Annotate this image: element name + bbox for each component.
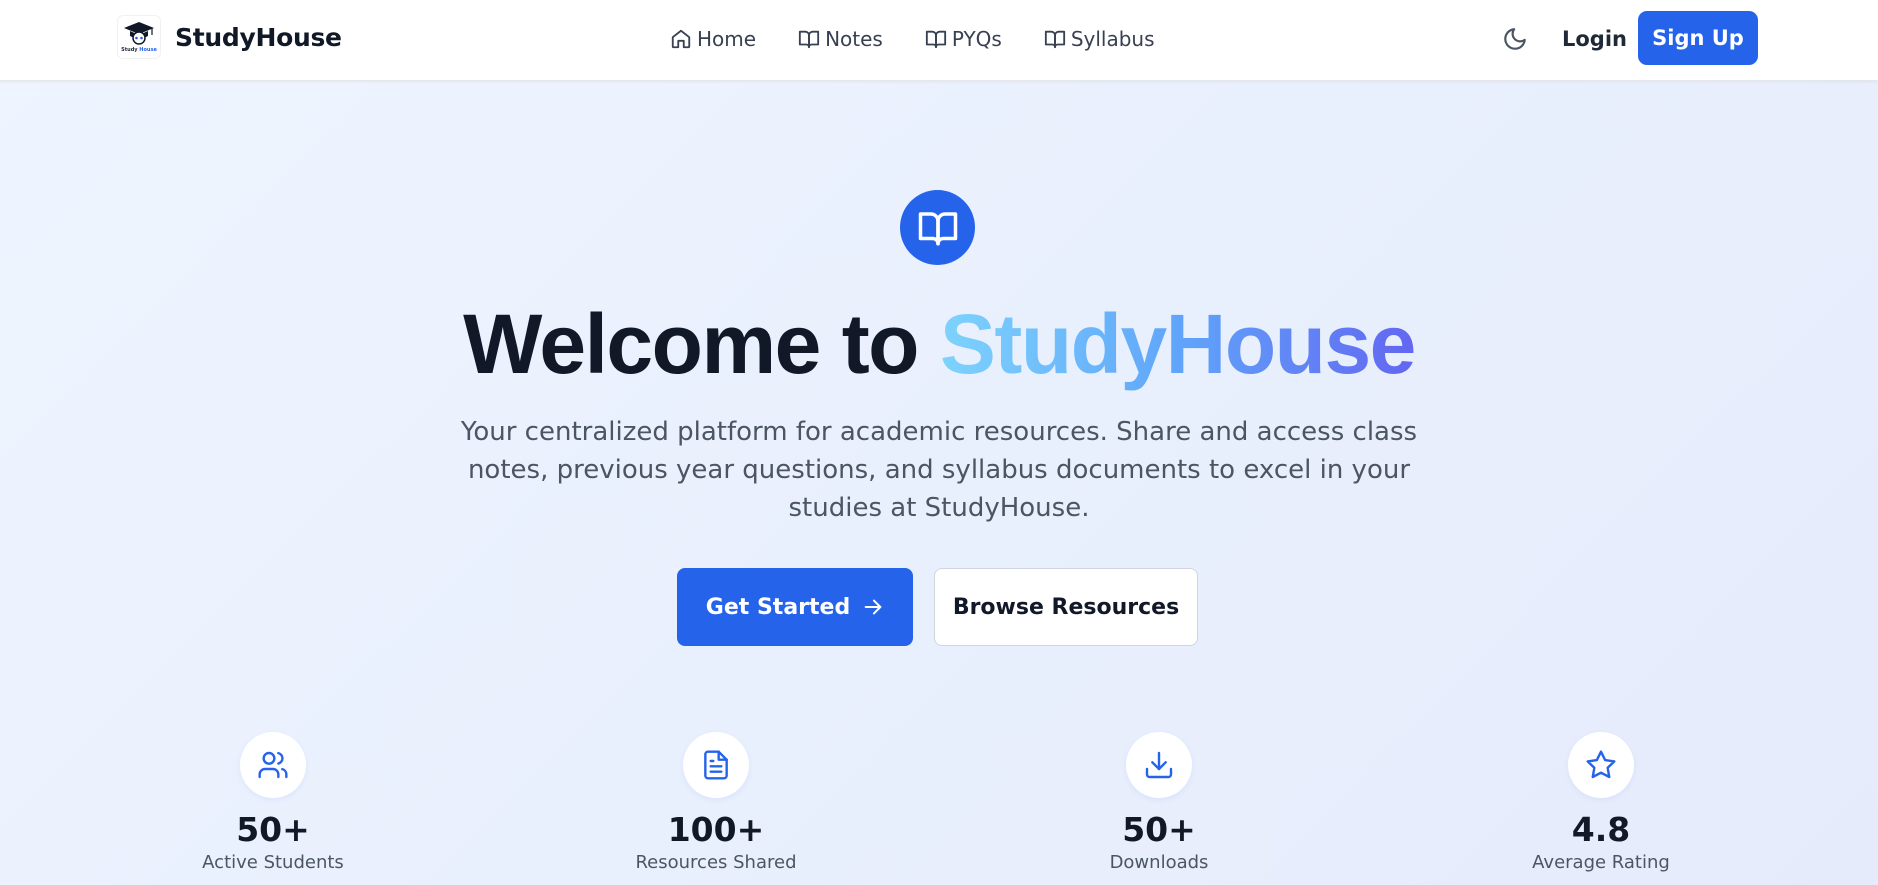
stat-label: Resources Shared xyxy=(635,852,797,873)
hero-book-badge xyxy=(900,190,975,265)
login-button[interactable]: Login xyxy=(1562,24,1627,54)
stat-icon-badge xyxy=(683,732,749,798)
star-icon xyxy=(1586,750,1616,779)
stat-label: Downloads xyxy=(1109,852,1209,873)
users-icon xyxy=(258,751,288,779)
nav-pyqs[interactable]: PYQs xyxy=(925,24,1002,54)
hero-title-highlight: StudyHouse xyxy=(939,297,1417,391)
main-nav: Home Notes PYQs Syllabus xyxy=(670,24,1197,54)
theme-toggle-button[interactable] xyxy=(1500,24,1530,54)
logo: Study House xyxy=(117,15,161,59)
home-icon xyxy=(671,29,691,49)
browse-resources-button[interactable]: Browse Resources xyxy=(934,568,1198,646)
stat-label: Average Rating xyxy=(1532,852,1670,873)
stat-value: 50+ xyxy=(1122,810,1196,849)
hero-title: Welcome to StudyHouse xyxy=(0,294,1878,394)
nav-pyqs-label: PYQs xyxy=(951,27,1002,51)
hero-subtitle: Your centralized platform for academic r… xyxy=(460,417,1418,523)
brand[interactable]: Study House StudyHouse xyxy=(117,15,342,59)
nav-home[interactable]: Home xyxy=(670,24,756,54)
graduation-cap-icon xyxy=(124,22,154,45)
hero-title-prefix: Welcome to xyxy=(463,297,940,391)
nav-notes-label: Notes xyxy=(825,27,883,51)
signup-button[interactable]: Sign Up xyxy=(1638,11,1758,65)
stat-value: 100+ xyxy=(667,810,765,849)
stat-value: 4.8 xyxy=(1571,810,1631,849)
download-icon xyxy=(1145,751,1173,779)
arrow-right-icon xyxy=(864,599,882,615)
book-icon xyxy=(925,30,946,49)
stat-downloads: 50+ Downloads xyxy=(1029,732,1289,873)
stat-icon-badge xyxy=(1126,732,1192,798)
top-navbar: Study House StudyHouse Home Notes PYQs S… xyxy=(0,0,1878,81)
book-icon xyxy=(798,30,820,49)
book-open-icon xyxy=(918,211,957,245)
stat-active-students: 50+ Active Students xyxy=(143,732,403,873)
moon-icon xyxy=(1504,28,1526,50)
nav-syllabus-label: Syllabus xyxy=(1070,27,1155,51)
stat-icon-badge xyxy=(1568,732,1634,798)
stat-average-rating: 4.8 Average Rating xyxy=(1471,732,1731,873)
stat-value: 50+ xyxy=(236,810,310,849)
nav-syllabus[interactable]: Syllabus xyxy=(1044,24,1155,54)
nav-notes[interactable]: Notes xyxy=(798,24,883,54)
nav-home-label: Home xyxy=(697,27,757,51)
stat-label: Active Students xyxy=(202,852,344,873)
file-text-icon xyxy=(704,750,728,780)
stat-icon-badge xyxy=(240,732,306,798)
book-icon xyxy=(1044,30,1065,49)
get-started-button[interactable]: Get Started xyxy=(677,568,913,646)
brand-name: StudyHouse xyxy=(175,22,342,52)
logo-text: Study House xyxy=(121,47,157,53)
stat-resources-shared: 100+ Resources Shared xyxy=(586,732,846,873)
get-started-label: Get Started xyxy=(705,594,851,620)
